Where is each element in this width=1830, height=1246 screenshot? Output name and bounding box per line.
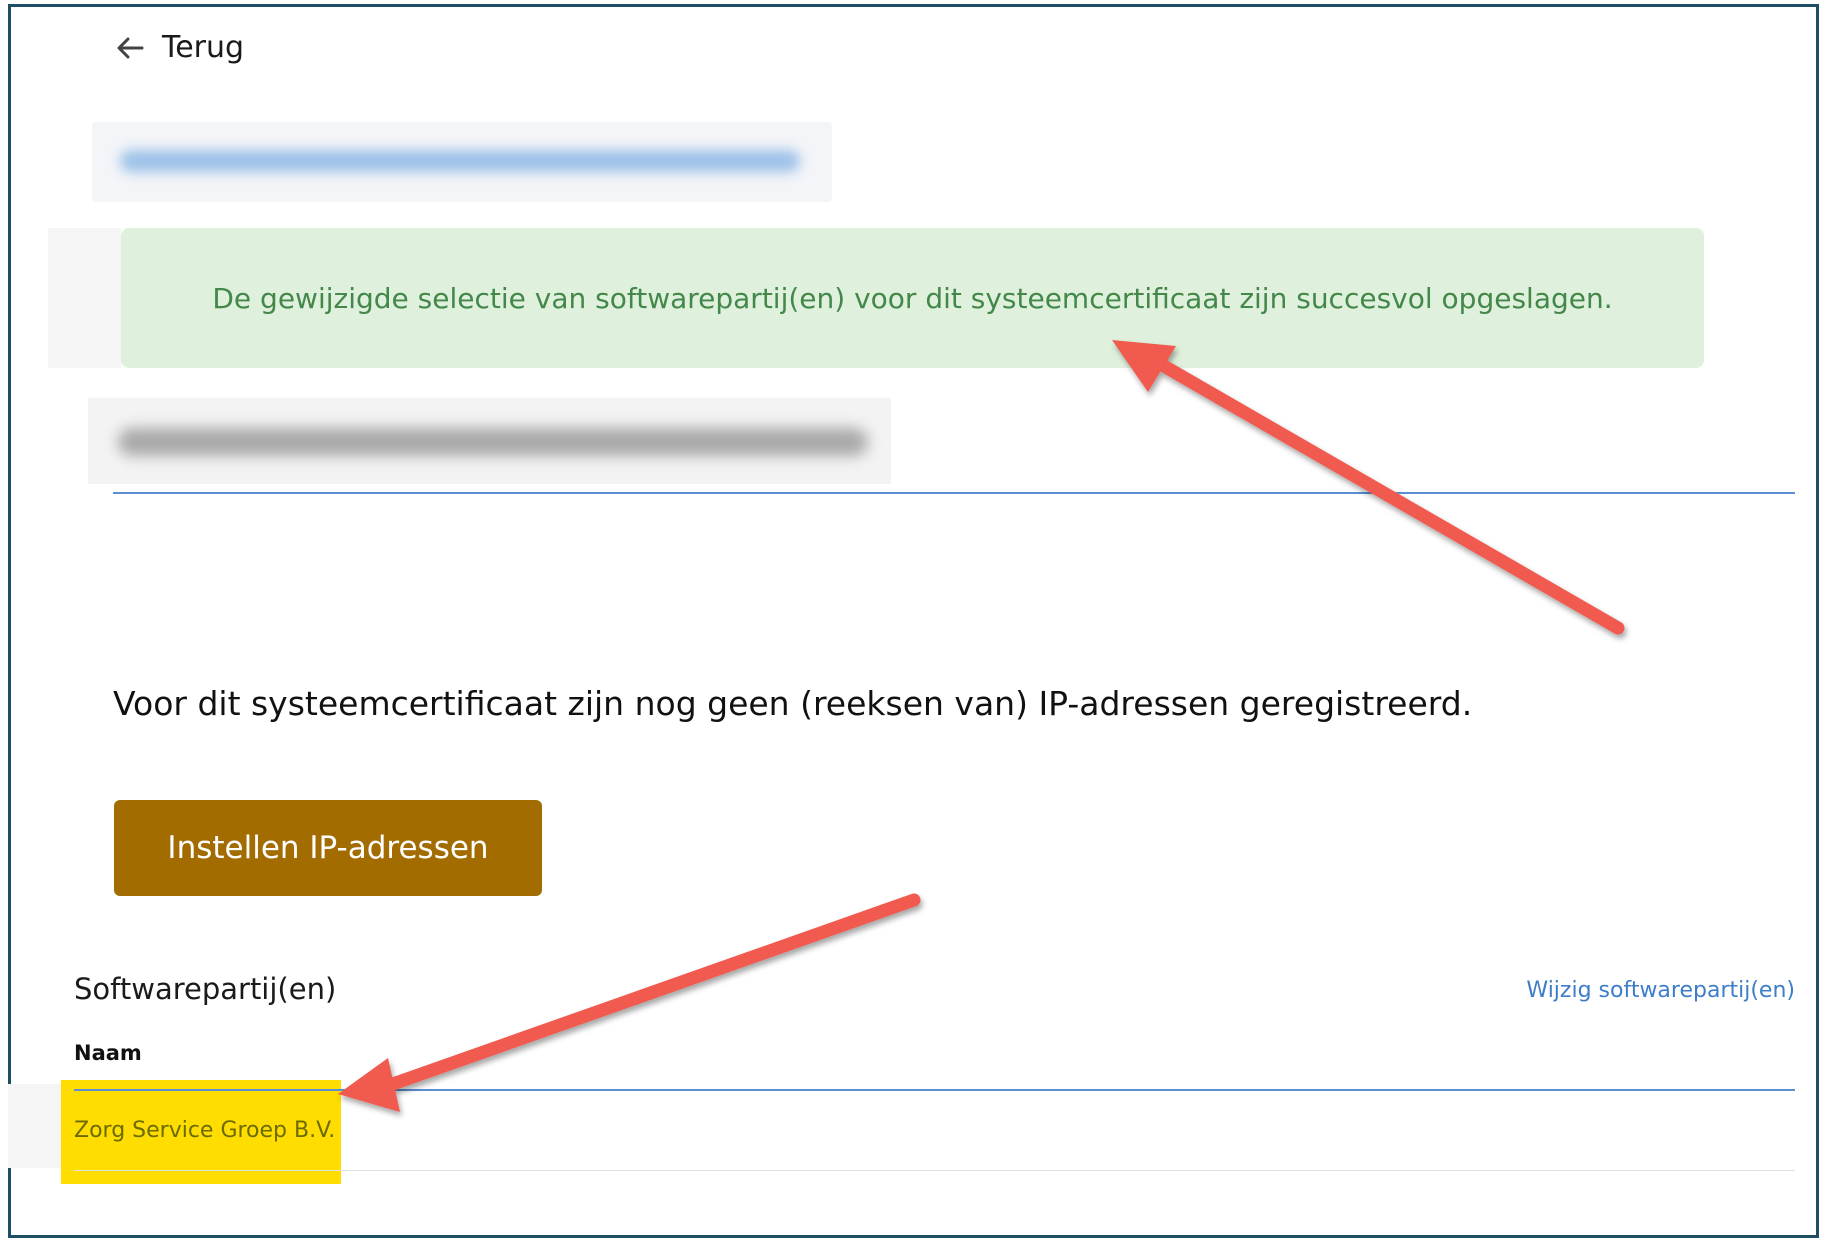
section-divider	[113, 492, 1795, 494]
arrow-left-icon	[117, 37, 144, 58]
success-alert-message: De gewijzigde selectie van softwareparti…	[212, 281, 1613, 315]
back-link[interactable]: Terug	[114, 30, 244, 65]
ip-info-text: Voor dit systeemcertificaat zijn nog gee…	[113, 684, 1473, 723]
row-gutter	[8, 1084, 61, 1168]
success-alert: De gewijzigde selectie van softwareparti…	[121, 228, 1704, 368]
column-header-name: Naam	[74, 1041, 142, 1065]
page-gutter	[48, 228, 121, 368]
redacted-heading	[92, 122, 832, 202]
set-ip-addresses-button[interactable]: Instellen IP-adressen	[114, 800, 542, 896]
table-row: Zorg Service Groep B.V.	[74, 1118, 336, 1143]
software-section-title: Softwarepartij(en)	[74, 972, 337, 1006]
edit-software-link[interactable]: Wijzig softwarepartij(en)	[1526, 978, 1795, 1003]
back-link-label: Terug	[162, 30, 245, 65]
redacted-subheading	[88, 398, 891, 484]
table-row-divider	[74, 1170, 1795, 1171]
table-header-line	[74, 1089, 1795, 1091]
